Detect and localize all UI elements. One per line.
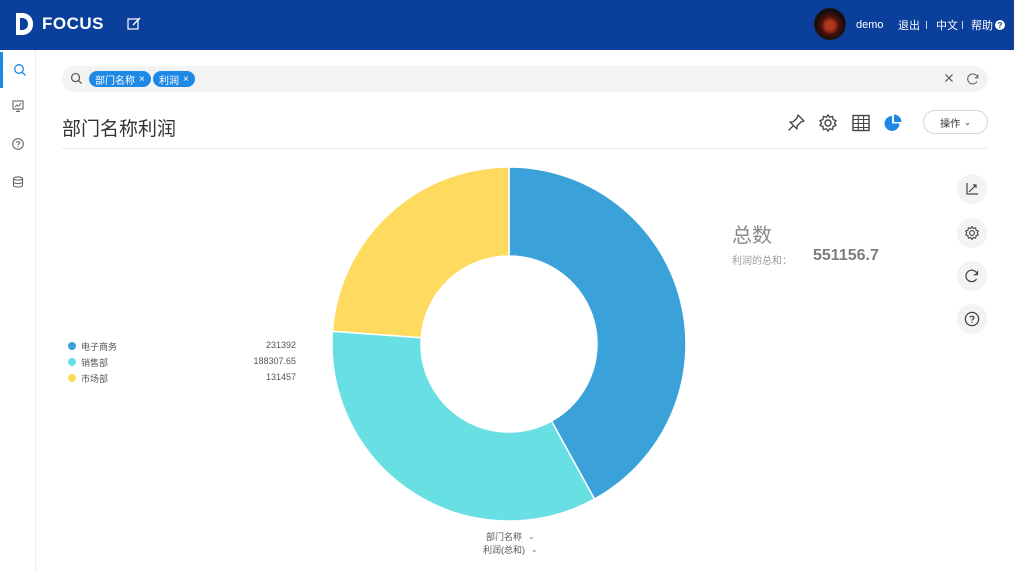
chevron-down-icon: ⌄	[528, 532, 535, 541]
sidebar-item-board[interactable]	[0, 88, 36, 124]
legend-item[interactable]: 销售部 188307.65	[68, 356, 296, 370]
summary-title: 总数	[732, 225, 772, 247]
legend-value: 231392	[265, 340, 296, 350]
axis-settings-button[interactable]	[957, 174, 987, 204]
gear-icon[interactable]	[818, 113, 838, 133]
donut-slice-3[interactable]	[331, 166, 510, 339]
search-token[interactable]: 部门名称 ×	[89, 71, 151, 87]
refresh-chart-button[interactable]	[957, 261, 987, 291]
chart-settings-button[interactable]	[957, 218, 987, 248]
gear-icon	[965, 225, 979, 241]
legend-swatch	[68, 342, 76, 350]
chart-help-button[interactable]	[957, 304, 987, 334]
top-bar: FOCUS demo 退出 中文 帮助 ?	[0, 0, 1014, 50]
summary-value: 551156.7	[813, 247, 879, 264]
clear-search-icon[interactable]	[943, 72, 955, 84]
axis-chart-icon	[966, 183, 978, 195]
category-field-selector[interactable]: 部门名称 ⌄	[486, 530, 535, 543]
legend-value: 131457	[265, 372, 296, 382]
legend-swatch	[68, 374, 76, 382]
chevron-down-icon: ⌄	[964, 117, 971, 127]
chevron-down-icon: ⌄	[531, 545, 538, 554]
search-token[interactable]: 利润 ×	[153, 71, 195, 87]
logout-link[interactable]: 退出	[898, 0, 920, 50]
table-view-icon[interactable]	[851, 113, 871, 133]
search-bar[interactable]: 部门名称 × 利润 ×	[62, 66, 988, 92]
value-field-selector[interactable]: 利润(总和) ⌄	[483, 543, 538, 556]
page-title: 部门名称利润	[62, 119, 177, 140]
pin-icon[interactable]	[786, 113, 806, 133]
left-sidebar	[0, 50, 36, 571]
help-link[interactable]: 帮助 ?	[971, 0, 1005, 50]
legend-label: 市场部	[81, 374, 109, 384]
legend-label: 电子商务	[81, 342, 118, 352]
summary-label: 利润的总和：	[732, 256, 792, 267]
edit-icon[interactable]	[126, 16, 142, 32]
language-switch[interactable]: 中文	[936, 0, 958, 50]
divider	[926, 21, 927, 29]
sidebar-item-data[interactable]	[0, 164, 36, 200]
search-icon	[70, 72, 83, 85]
divider	[62, 148, 988, 149]
refresh-icon[interactable]	[966, 72, 980, 86]
app-logo[interactable]: FOCUS	[14, 12, 104, 36]
sidebar-item-help[interactable]	[0, 126, 36, 162]
operations-button[interactable]: 操作 ⌄	[923, 110, 988, 134]
refresh-icon	[965, 269, 979, 283]
legend-item[interactable]: 电子商务 231392	[68, 340, 296, 354]
search-token-label: 利润	[159, 75, 179, 87]
sidebar-item-search[interactable]	[0, 52, 36, 88]
value-field-label: 利润(总和)	[483, 545, 525, 555]
divider	[962, 21, 963, 29]
logo-icon	[16, 13, 33, 35]
legend-value: 188307.65	[253, 356, 296, 366]
legend-label: 销售部	[81, 358, 109, 368]
legend-swatch	[68, 358, 76, 366]
help-label: 帮助	[971, 20, 993, 32]
operations-label: 操作	[940, 118, 961, 130]
donut-slice-2[interactable]	[331, 330, 596, 522]
search-token-label: 部门名称	[95, 75, 135, 87]
remove-token-icon[interactable]: ×	[183, 74, 189, 85]
help-icon: ?	[995, 20, 1005, 30]
avatar[interactable]	[814, 8, 846, 40]
pie-chart-icon[interactable]	[883, 113, 903, 133]
database-icon	[12, 176, 24, 188]
question-circle-icon	[12, 138, 24, 150]
remove-token-icon[interactable]: ×	[139, 74, 145, 85]
app-name: FOCUS	[42, 14, 104, 33]
search-icon	[13, 64, 26, 76]
username[interactable]: demo	[856, 0, 884, 50]
question-circle-icon	[964, 311, 980, 327]
presentation-icon	[12, 100, 24, 112]
legend-item[interactable]: 市场部 131457	[68, 372, 296, 386]
category-field-label: 部门名称	[486, 532, 523, 542]
